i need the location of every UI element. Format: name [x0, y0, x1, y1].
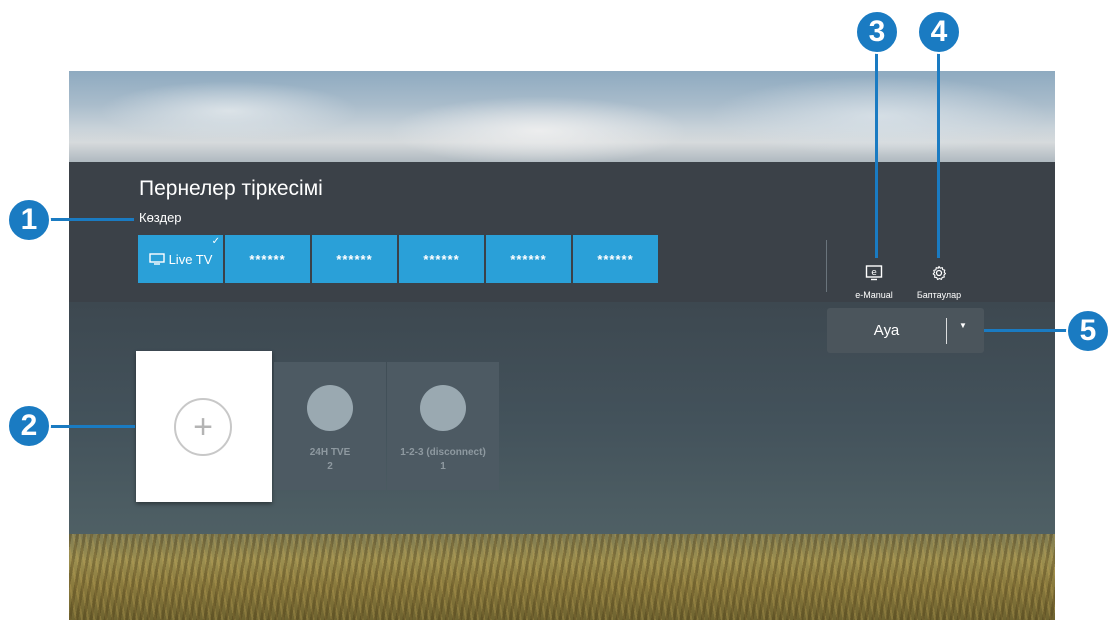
app-card[interactable]: 24H TVE 2 [274, 362, 386, 490]
plus-icon: + [174, 398, 232, 456]
tv-icon [148, 253, 165, 265]
checkmark-icon: ✓ [211, 236, 220, 247]
source-label: ****** [249, 251, 286, 267]
app-icon [420, 385, 466, 431]
vertical-divider [826, 240, 827, 292]
page-title: Пернелер тіркесімі [139, 177, 323, 200]
svg-text:e: e [871, 268, 877, 278]
source-tile[interactable]: ****** [486, 235, 571, 283]
callout-1-line [50, 218, 134, 221]
source-label: Live TV [168, 251, 213, 267]
source-tile-live-tv[interactable]: Live TV ✓ [138, 235, 223, 283]
source-tile[interactable]: ****** [312, 235, 397, 283]
source-tile[interactable]: ****** [225, 235, 310, 283]
callout-4-line [937, 40, 940, 258]
source-list: Live TV ✓ ****** ****** ****** ****** **… [138, 235, 660, 283]
source-label: ****** [423, 251, 460, 267]
callout-badge-1: 1 [7, 198, 51, 242]
grass-background [69, 534, 1055, 620]
gear-icon [932, 265, 947, 281]
callout-badge-3: 3 [855, 10, 899, 54]
source-label: ****** [336, 251, 373, 267]
e-manual-button[interactable]: e e-Manual [839, 265, 909, 300]
source-tile[interactable]: ****** [573, 235, 658, 283]
filter-value: Ауа [873, 322, 900, 339]
callout-5-line [984, 329, 1070, 332]
settings-label: Баптаулар [916, 290, 962, 300]
source-label: ****** [597, 251, 634, 267]
callout-badge-4: 4 [917, 10, 961, 54]
sky-background [69, 71, 1055, 166]
source-label: ****** [510, 251, 547, 267]
sources-heading: Көздер [139, 210, 182, 225]
settings-button[interactable]: Баптаулар [904, 265, 974, 300]
callout-badge-5: 5 [1066, 309, 1110, 353]
app-icon [307, 385, 353, 431]
filter-dropdown[interactable]: Ауа ▼ [827, 308, 984, 353]
callout-2-line [50, 425, 135, 428]
filter-separator [946, 318, 947, 344]
e-manual-icon: e [865, 265, 883, 281]
callout-badge-2: 2 [7, 404, 51, 448]
app-label: 1-2-3 (disconnect) 1 [400, 447, 486, 472]
callout-3-line [875, 40, 878, 258]
app-label: 24H TVE 2 [309, 447, 351, 472]
source-tile[interactable]: ****** [399, 235, 484, 283]
chevron-down-icon: ▼ [959, 321, 967, 330]
add-app-card[interactable]: + [136, 351, 272, 502]
app-card[interactable]: 1-2-3 (disconnect) 1 [387, 362, 499, 490]
e-manual-label: e-Manual [855, 290, 893, 300]
